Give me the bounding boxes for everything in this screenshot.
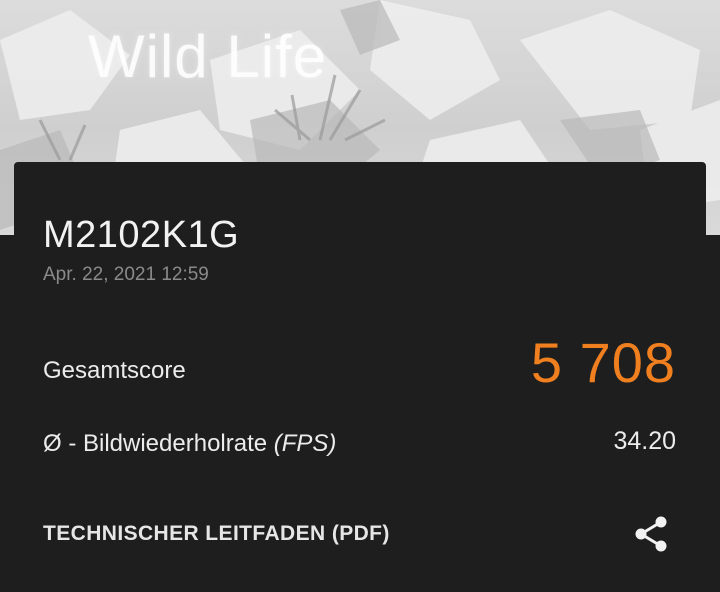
fps-label-text: Ø - Bildwiederholrate (43, 430, 274, 457)
share-button[interactable] (632, 514, 672, 554)
result-card: M2102K1G Apr. 22, 2021 12:59 Gesamtscore… (14, 162, 706, 592)
result-date: Apr. 22, 2021 12:59 (43, 264, 209, 285)
fps-label-unit: (FPS) (273, 430, 337, 457)
device-name: M2102K1G (43, 214, 240, 256)
total-score-label: Gesamtscore (43, 357, 186, 384)
benchmark-title: Wild Life (88, 23, 328, 90)
fps-value: 34.20 (613, 427, 676, 455)
total-score-value: 5 708 (530, 331, 676, 394)
share-icon (635, 516, 667, 552)
fps-label: Ø - Bildwiederholrate (FPS) (43, 430, 336, 458)
technical-guide-link[interactable]: TECHNISCHER LEITFADEN (PDF) (43, 522, 390, 546)
